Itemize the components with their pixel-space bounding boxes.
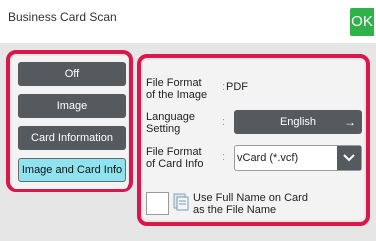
mode-card-info-button[interactable]: Card Information [18, 126, 126, 150]
use-full-name-label: Use Full Name on Card as the File Name [193, 192, 308, 216]
language-value: English [279, 116, 317, 128]
language-setting-button[interactable]: English → [234, 110, 362, 134]
mode-off-button[interactable]: Off [18, 62, 126, 86]
language-setting-label: Language Setting [146, 111, 195, 135]
use-full-name-checkbox[interactable] [146, 192, 169, 215]
file-format-card-value: vCard (*.vcf) [237, 152, 299, 164]
chevron-down-icon[interactable] [337, 146, 361, 170]
title-bar: Business Card Scan OK [0, 0, 376, 44]
ok-button[interactable]: OK [350, 8, 374, 36]
mode-image-button[interactable]: Image [18, 94, 126, 118]
page-title: Business Card Scan [8, 10, 117, 24]
file-format-image-label: File Format of the Image [146, 77, 208, 101]
file-format-card-label: File Format of Card Info [146, 146, 204, 170]
document-icon [173, 193, 189, 216]
language-setting-colon: : [222, 116, 226, 128]
file-format-card-colon: : [222, 151, 226, 163]
mode-image-and-card-info-button[interactable]: Image and Card Info [18, 158, 126, 182]
file-format-card-select[interactable]: vCard (*.vcf) [234, 145, 362, 171]
arrow-right-icon: → [344, 115, 356, 129]
file-format-image-colon: : [222, 81, 226, 93]
file-format-image-value: PDF [226, 81, 248, 93]
